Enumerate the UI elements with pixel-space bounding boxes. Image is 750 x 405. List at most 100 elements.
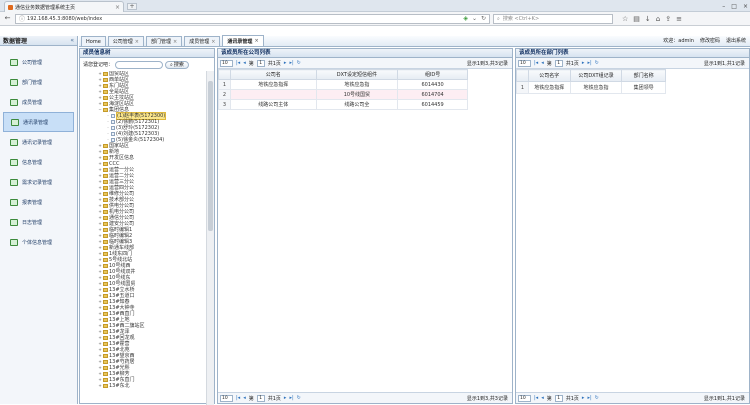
menu-icon[interactable]: ≡ xyxy=(676,15,682,23)
tab-member[interactable]: 成员管理 × xyxy=(184,36,221,46)
folder-icon xyxy=(103,240,108,244)
shield-icon[interactable]: ◈ xyxy=(463,15,468,22)
menu-item-label: 报表管理 xyxy=(22,199,43,206)
new-tab-button[interactable]: + xyxy=(127,3,137,10)
first-page-icon[interactable]: |◂ xyxy=(534,60,538,66)
first-page-icon[interactable]: |◂ xyxy=(534,395,538,401)
menu-item-requests[interactable]: 需求记录管理 xyxy=(0,172,77,192)
person-icon xyxy=(111,120,115,124)
tab-company[interactable]: 公司管理 × xyxy=(107,36,144,46)
dropdown-icon[interactable]: ⌄ xyxy=(472,15,477,22)
prev-page-icon[interactable]: ◂ xyxy=(243,395,246,401)
next-page-icon[interactable]: ▸ xyxy=(284,395,287,401)
column-header[interactable]: 公司名 xyxy=(229,69,317,80)
tree-search-button[interactable]: ⌕ 搜索 xyxy=(165,60,189,69)
star-icon[interactable]: ☆ xyxy=(622,15,628,23)
first-page-icon[interactable]: |◂ xyxy=(236,60,240,66)
menu-item-department[interactable]: 部门管理 xyxy=(0,72,77,92)
close-icon[interactable]: × xyxy=(135,39,139,45)
minimize-icon[interactable]: – xyxy=(722,3,725,10)
back-icon[interactable]: ← xyxy=(3,14,12,23)
next-page-icon[interactable]: ▸ xyxy=(582,395,585,401)
tab-contacts[interactable]: 通讯录管理 × xyxy=(222,35,264,46)
prev-page-icon[interactable]: ◂ xyxy=(541,60,544,66)
folder-icon xyxy=(103,294,108,298)
menu-item-member[interactable]: 成员管理 xyxy=(0,92,77,112)
left-menu-title: 数据管理 xyxy=(3,38,28,45)
department-list-title: 该成员所在部门列表 xyxy=(516,49,749,58)
menu-item-reports[interactable]: 报表管理 xyxy=(0,192,77,212)
reload-icon[interactable]: ↻ xyxy=(481,15,486,22)
browser-tab[interactable]: 通信业务数据管理系统主页 × xyxy=(4,1,124,12)
table-row[interactable]: 3 线路公司主体 线路公司全 6014459 xyxy=(218,99,468,110)
refresh-icon[interactable]: ↻ xyxy=(297,395,301,401)
next-page-icon[interactable]: ▸ xyxy=(284,60,287,66)
table-row[interactable]: 2 10号线国贸 6014704 xyxy=(218,89,468,100)
menu-item-company[interactable]: 公司管理 xyxy=(0,52,77,72)
table-row[interactable]: 1 地铁应急指挥 地铁应急指 6014430 xyxy=(218,79,468,90)
prev-page-icon[interactable]: ◂ xyxy=(243,60,246,66)
last-page-icon[interactable]: ▸| xyxy=(587,395,591,401)
download-icon[interactable]: ↓ xyxy=(645,15,651,23)
folder-icon xyxy=(103,354,108,358)
last-page-icon[interactable]: ▸| xyxy=(289,395,293,401)
close-icon[interactable]: × xyxy=(254,38,258,44)
maximize-icon[interactable]: □ xyxy=(731,3,737,10)
tree-folder-node[interactable]: +13#东北 xyxy=(80,383,206,389)
menu-item-label: 日志管理 xyxy=(22,219,43,226)
menu-item-label: 成员管理 xyxy=(22,99,43,106)
pager-info: 显示1到1,共1记录 xyxy=(703,60,745,67)
tab-home[interactable]: Home xyxy=(81,36,106,46)
close-window-icon[interactable]: × xyxy=(743,3,748,10)
last-page-icon[interactable]: ▸| xyxy=(289,60,293,66)
collapse-menu-icon[interactable]: « xyxy=(70,37,74,44)
tree-search-input[interactable] xyxy=(115,60,164,69)
page-size-select[interactable]: 10 xyxy=(220,394,233,402)
address-bar[interactable]: ⓘ 192.168.45.3:8080/web/index ◈ ⌄ ↻ xyxy=(15,13,490,24)
menu-item-personal[interactable]: 个体信息管理 xyxy=(0,232,77,252)
scrollbar-thumb[interactable] xyxy=(208,81,213,231)
page-number-input[interactable]: 1 xyxy=(256,394,265,402)
expand-toggle-icon[interactable]: + xyxy=(98,383,102,389)
column-header[interactable]: 组ID号 xyxy=(397,69,468,80)
page-number-input[interactable]: 1 xyxy=(554,59,563,67)
last-page-icon[interactable]: ▸| xyxy=(587,60,591,66)
menu-item-contacts[interactable]: 通讯录管理 xyxy=(3,112,74,132)
column-header[interactable]: 公司DXT组记录 xyxy=(569,69,623,82)
column-header[interactable]: 公司名字 xyxy=(527,69,571,82)
page-size-select[interactable]: 10 xyxy=(220,59,233,67)
change-password-link[interactable]: 修改密码 xyxy=(700,37,720,44)
menu-item-info[interactable]: 信息管理 xyxy=(0,152,77,172)
menu-item-logs[interactable]: 日志管理 xyxy=(0,212,77,232)
tab-label: Home xyxy=(86,38,101,45)
menu-item-comm-records[interactable]: 通讯记录管理 xyxy=(0,132,77,152)
window-controls: – □ × xyxy=(722,0,748,12)
page-size-select[interactable]: 10 xyxy=(518,59,531,67)
next-page-icon[interactable]: ▸ xyxy=(582,60,585,66)
tab-label: 通讯录管理 xyxy=(227,38,253,45)
page-number-input[interactable]: 1 xyxy=(256,59,265,67)
close-tab-icon[interactable]: × xyxy=(115,4,120,11)
refresh-icon[interactable]: ↻ xyxy=(297,60,301,66)
table-row[interactable]: 1 地铁应急指挥 地铁应急指 集团领导 xyxy=(516,81,666,94)
close-icon[interactable]: × xyxy=(173,39,177,45)
prev-page-icon[interactable]: ◂ xyxy=(541,395,544,401)
page-number-input[interactable]: 1 xyxy=(554,394,563,402)
close-icon[interactable]: × xyxy=(211,39,215,45)
column-header[interactable]: 部门名称 xyxy=(621,69,666,82)
page-size-select[interactable]: 10 xyxy=(518,394,531,402)
expand-toggle-icon[interactable]: − xyxy=(98,107,102,113)
logout-link[interactable]: 退出系统 xyxy=(726,37,746,44)
tree-scrollbar[interactable] xyxy=(206,71,214,405)
browser-search[interactable]: ⌕ 搜索 <Ctrl+K> xyxy=(493,13,613,24)
share-icon[interactable]: ⇪ xyxy=(665,15,671,23)
tab-department[interactable]: 部门管理 × xyxy=(145,36,183,46)
home-icon[interactable]: ⌂ xyxy=(656,15,660,23)
first-page-icon[interactable]: |◂ xyxy=(236,395,240,401)
refresh-icon[interactable]: ↻ xyxy=(595,60,599,66)
column-header[interactable]: DXT设定短信组件 xyxy=(315,69,399,80)
refresh-icon[interactable]: ↻ xyxy=(595,395,599,401)
folder-icon xyxy=(103,174,108,178)
reading-icon[interactable]: ▤ xyxy=(633,15,640,23)
menu-item-label: 公司管理 xyxy=(22,59,43,66)
